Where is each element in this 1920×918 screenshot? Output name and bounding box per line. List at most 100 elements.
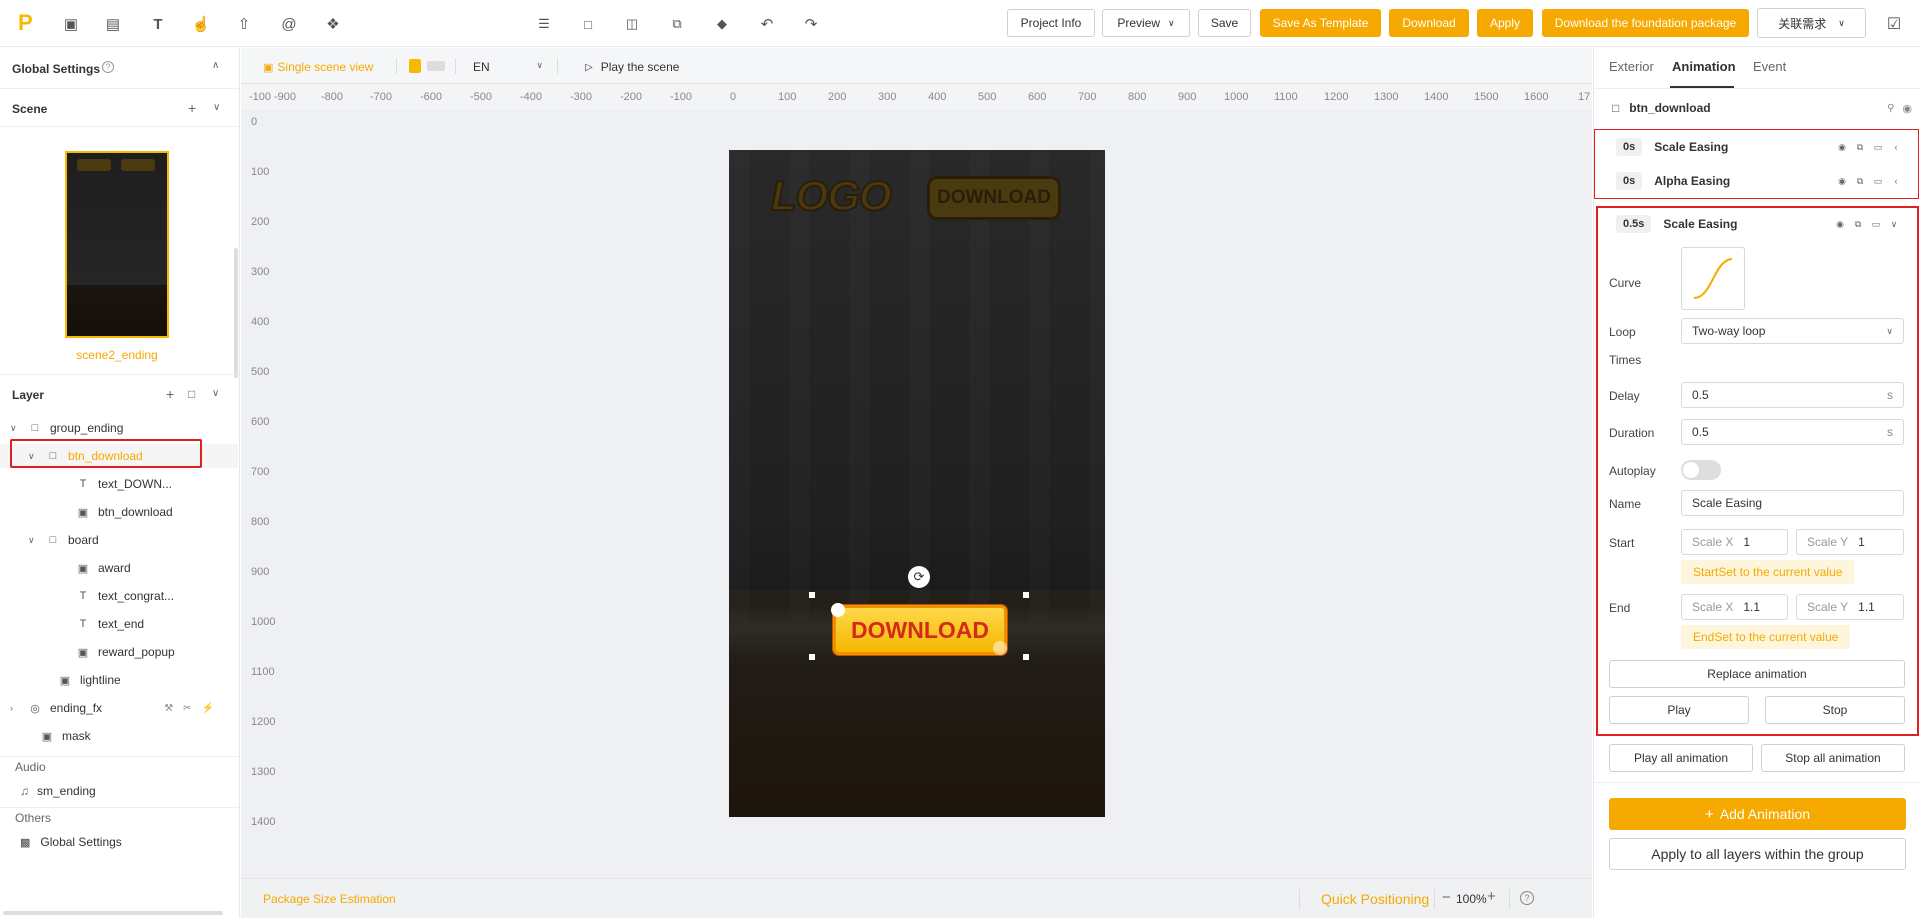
- chevron-down-icon[interactable]: ∨: [212, 388, 219, 399]
- chevron-left-icon[interactable]: ‹: [1891, 142, 1901, 152]
- undo-icon[interactable]: ↶: [756, 13, 778, 35]
- layer-item[interactable]: › ◎ ending_fx ⚒✂⚡: [0, 696, 238, 720]
- preview-button[interactable]: Preview ∨: [1102, 9, 1190, 37]
- end-scale-y-input[interactable]: Scale Y 1.1: [1796, 594, 1904, 620]
- help-icon[interactable]: ?: [1520, 891, 1534, 905]
- chevron-right-icon[interactable]: ›: [10, 703, 22, 713]
- zoom-out-button[interactable]: −: [1442, 889, 1451, 906]
- layer-item[interactable]: Ttext_end: [0, 612, 238, 636]
- help-icon[interactable]: ?: [102, 61, 114, 73]
- resize-handle[interactable]: [1023, 654, 1029, 660]
- related-demand-dropdown[interactable]: 关联需求 ∨: [1757, 8, 1866, 38]
- animation-item[interactable]: 0s Alpha Easing ◉ ⧉ ▭ ‹: [1596, 163, 1920, 199]
- audio-item[interactable]: ♫ sm_ending: [20, 784, 96, 798]
- apply-to-group-button[interactable]: Apply to all layers within the group: [1609, 838, 1906, 870]
- tab-animation[interactable]: Animation: [1672, 59, 1736, 74]
- download-button[interactable]: Download: [1389, 9, 1469, 37]
- record-icon[interactable]: ◉: [1837, 176, 1847, 186]
- layers-icon[interactable]: ☰: [533, 13, 555, 35]
- chevron-down-icon[interactable]: ∨: [1889, 219, 1899, 229]
- add-layer-icon[interactable]: +: [166, 386, 174, 402]
- delete-icon[interactable]: ▭: [1873, 142, 1883, 152]
- apply-button[interactable]: Apply: [1477, 9, 1533, 37]
- layer-item[interactable]: ▣ award: [0, 556, 238, 580]
- open-folder-icon[interactable]: ◫: [621, 13, 643, 35]
- save-button[interactable]: Save: [1198, 9, 1251, 37]
- add-animation-button[interactable]: + Add Animation: [1609, 798, 1906, 830]
- play-scene-button[interactable]: ▷ Play the scene: [585, 60, 679, 74]
- autoplay-toggle[interactable]: [1681, 460, 1721, 480]
- eraser-icon[interactable]: ◆: [711, 13, 733, 35]
- download-foundation-button[interactable]: Download the foundation package: [1542, 9, 1749, 37]
- layer-tools-icons[interactable]: ⚒✂⚡: [164, 703, 224, 714]
- resize-handle[interactable]: [1023, 592, 1029, 598]
- text-tool-icon[interactable]: T: [147, 13, 169, 35]
- tab-exterior[interactable]: Exterior: [1609, 59, 1654, 74]
- quick-positioning-button[interactable]: Quick Positioning: [1321, 891, 1429, 907]
- upload-file-icon[interactable]: ⇧: [233, 13, 255, 35]
- layer-item[interactable]: ▣ reward_popup: [0, 640, 238, 664]
- project-info-button[interactable]: Project Info: [1007, 9, 1095, 37]
- save-as-template-button[interactable]: Save As Template: [1260, 9, 1381, 37]
- animation-item[interactable]: 0s Scale Easing ◉ ⧉ ▭ ‹: [1596, 129, 1920, 165]
- layer-item[interactable]: ▣ btn_download: [0, 500, 238, 524]
- others-item[interactable]: ▩ Global Settings: [20, 835, 122, 849]
- delete-icon[interactable]: ▭: [1871, 219, 1881, 229]
- start-scale-y-input[interactable]: Scale Y 1: [1796, 529, 1904, 555]
- main-download-button[interactable]: DOWNLOAD: [833, 605, 1007, 655]
- folder-icon[interactable]: □: [577, 13, 599, 35]
- start-scale-x-input[interactable]: Scale X 1: [1681, 529, 1788, 555]
- color-swatch-gray[interactable]: [427, 61, 445, 71]
- anchor-dot[interactable]: [831, 603, 845, 617]
- chevron-down-icon[interactable]: ∨: [10, 423, 22, 434]
- at-icon[interactable]: @: [278, 13, 300, 35]
- resize-handle[interactable]: [809, 592, 815, 598]
- anchor-dot[interactable]: [993, 641, 1007, 655]
- puzzle-icon[interactable]: ❖: [322, 13, 344, 35]
- layer-item[interactable]: Ttext_DOWN...: [0, 472, 238, 496]
- resize-handle[interactable]: [809, 654, 815, 660]
- horizontal-scrollbar[interactable]: [3, 911, 223, 915]
- rotate-handle-icon[interactable]: ⟳: [908, 566, 930, 588]
- scrollbar[interactable]: [234, 248, 238, 378]
- layer-item[interactable]: ▣ mask: [0, 724, 238, 748]
- loop-select[interactable]: Two-way loop ∨: [1681, 318, 1904, 344]
- touch-icon[interactable]: ☝: [190, 13, 212, 35]
- chevron-left-icon[interactable]: ‹: [1891, 176, 1901, 186]
- collapse-icon[interactable]: ∧: [212, 60, 219, 71]
- record-icon[interactable]: ◉: [1835, 219, 1845, 229]
- chevron-down-icon[interactable]: ∨: [28, 535, 40, 546]
- zoom-in-button[interactable]: +: [1487, 888, 1496, 905]
- name-input[interactable]: Scale Easing: [1681, 490, 1904, 516]
- add-scene-icon[interactable]: +: [188, 100, 196, 116]
- layer-item[interactable]: ▣ lightline: [0, 668, 238, 692]
- lock-icon[interactable]: ⚲: [1887, 103, 1894, 114]
- checklist-icon[interactable]: ☑: [1883, 13, 1905, 35]
- duration-input[interactable]: 0.5 s: [1681, 419, 1904, 445]
- tab-event[interactable]: Event: [1753, 59, 1786, 74]
- play-all-animation-button[interactable]: Play all animation: [1609, 744, 1753, 772]
- stop-all-animation-button[interactable]: Stop all animation: [1761, 744, 1905, 772]
- package-size-link[interactable]: Package Size Estimation: [263, 892, 396, 906]
- list-icon[interactable]: ▤: [102, 13, 124, 35]
- stop-button[interactable]: Stop: [1765, 696, 1905, 724]
- inbox-icon[interactable]: ▣: [60, 13, 82, 35]
- chevron-down-icon[interactable]: ∨: [213, 102, 220, 113]
- end-set-current-button[interactable]: EndSet to the current value: [1681, 625, 1851, 649]
- copy-icon[interactable]: ⧉: [1853, 219, 1863, 229]
- top-download-button[interactable]: DOWNLOAD: [927, 176, 1061, 220]
- copy-icon[interactable]: ⧉: [666, 13, 688, 35]
- eye-icon[interactable]: ◉: [1902, 102, 1912, 115]
- app-logo[interactable]: P: [18, 10, 33, 36]
- layer-item[interactable]: ∨ □ group_ending: [0, 416, 238, 440]
- redo-icon[interactable]: ↷: [800, 13, 822, 35]
- curve-editor[interactable]: [1681, 247, 1745, 310]
- start-set-current-button[interactable]: StartSet to the current value: [1681, 560, 1855, 584]
- record-icon[interactable]: ◉: [1837, 142, 1847, 152]
- expanded-animation-header[interactable]: 0.5s Scale Easing ◉ ⧉ ▭ ∨: [1596, 206, 1920, 242]
- play-button[interactable]: Play: [1609, 696, 1749, 724]
- delete-icon[interactable]: ▭: [1873, 176, 1883, 186]
- language-select[interactable]: EN ∨: [473, 60, 543, 74]
- delay-input[interactable]: 0.5 s: [1681, 382, 1904, 408]
- copy-icon[interactable]: ⧉: [1855, 142, 1865, 152]
